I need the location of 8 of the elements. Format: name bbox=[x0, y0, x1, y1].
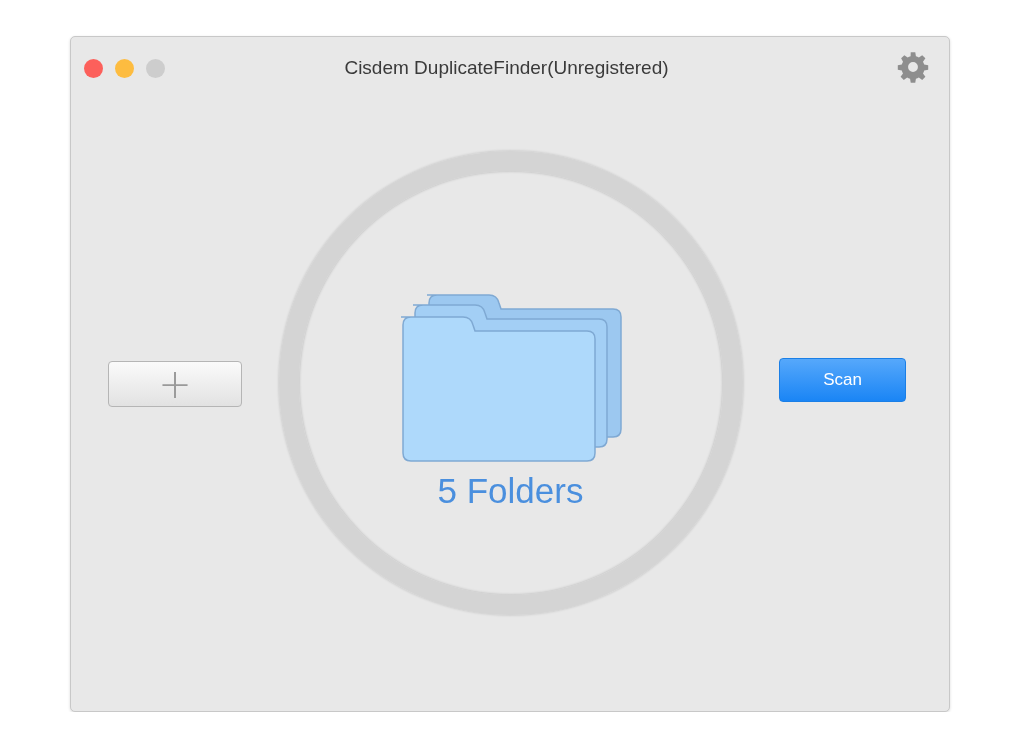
scan-button[interactable]: Scan bbox=[779, 358, 906, 402]
window-control-button[interactable] bbox=[84, 58, 103, 78]
settings-icon[interactable] bbox=[897, 51, 929, 83]
window-control-button[interactable] bbox=[115, 58, 134, 78]
folder-count: 5 Folders bbox=[437, 471, 584, 511]
window-control-button[interactable] bbox=[146, 58, 165, 78]
window-title: Cisdem DuplicateFinder(Unregistered) bbox=[344, 57, 669, 79]
add-button[interactable]: + bbox=[108, 361, 242, 407]
